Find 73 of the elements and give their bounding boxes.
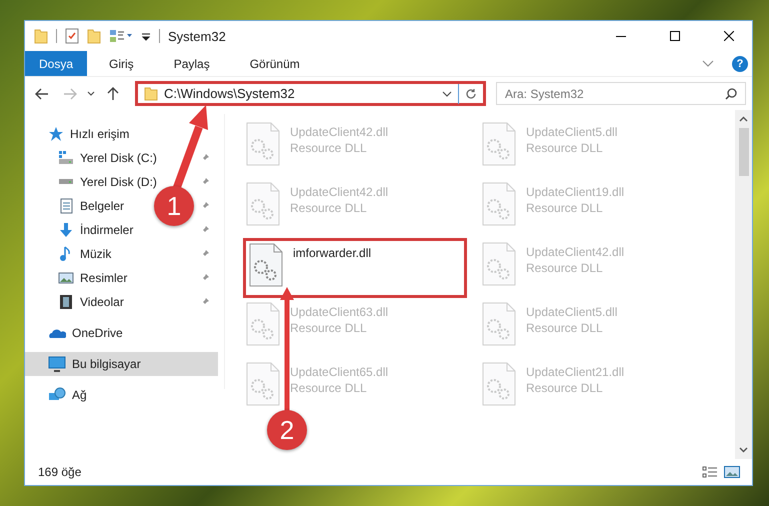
sidebar-item[interactable]: Videolar <box>80 295 124 309</box>
file-name: UpdateClient65.dll <box>290 365 388 379</box>
file-name: imforwarder.dll <box>293 246 372 260</box>
sidebar-item[interactable]: Ağ <box>72 388 87 402</box>
address-bar[interactable]: C:\Windows\System32 <box>135 81 486 106</box>
ribbon-tab[interactable]: Paylaş <box>156 51 228 76</box>
close-icon <box>724 31 734 41</box>
up-arrow-icon[interactable] <box>107 86 119 100</box>
sidebar-item[interactable]: İndirmeler <box>80 223 134 237</box>
checklist-icon[interactable] <box>65 28 79 44</box>
file-name: UpdateClient42.dll <box>526 245 624 259</box>
sidebar-item[interactable]: Belgeler <box>80 199 124 213</box>
network-icon <box>48 387 66 403</box>
file-name: UpdateClient21.dll <box>526 365 624 379</box>
properties-icon[interactable] <box>109 29 133 43</box>
scrollbar[interactable] <box>735 110 752 459</box>
file-name: UpdateClient42.dll <box>290 185 388 199</box>
picture-icon <box>58 270 74 286</box>
search-field[interactable]: Ara: System32 <box>496 82 746 105</box>
file-type: Resource DLL <box>526 141 604 155</box>
back-arrow-icon[interactable] <box>35 88 49 100</box>
document-icon <box>58 198 74 214</box>
sidebar-item[interactable]: OneDrive <box>72 326 123 340</box>
window-title: System32 <box>168 28 226 44</box>
sidebar-item[interactable]: Bu bilgisayar <box>25 352 218 376</box>
file-type: Resource DLL <box>526 381 604 395</box>
file-name: UpdateClient42.dll <box>290 125 388 139</box>
drive-icon <box>58 150 74 166</box>
maximize-icon <box>670 31 680 41</box>
sidebar-item[interactable]: Resimler <box>80 271 128 285</box>
file-type: Resource DLL <box>526 261 604 275</box>
file-type: Resource DLL <box>290 201 368 215</box>
download-arrow-icon <box>58 222 74 238</box>
large-icons-view-icon[interactable] <box>724 466 740 478</box>
file-type: Resource DLL <box>290 141 368 155</box>
ribbon-tab[interactable]: Görünüm <box>232 51 318 76</box>
ribbon-tab[interactable]: Dosya <box>25 51 88 76</box>
refresh-icon[interactable] <box>465 88 477 100</box>
sidebar-item[interactable]: Müzik <box>80 247 112 261</box>
dll-file-icon[interactable] <box>249 243 283 287</box>
file-name: UpdateClient5.dll <box>526 125 618 139</box>
folder-icon[interactable] <box>34 28 48 44</box>
file-name: UpdateClient19.dll <box>526 185 624 199</box>
scroll-down-icon[interactable] <box>739 447 748 453</box>
scroll-up-icon[interactable] <box>739 116 748 122</box>
film-strip-icon <box>58 294 74 310</box>
expand-ribbon-icon[interactable] <box>702 60 714 68</box>
forward-arrow-icon[interactable] <box>63 88 77 100</box>
sidebar-item[interactable]: Hızlı erişim <box>70 127 130 141</box>
cloud-icon <box>48 327 66 339</box>
item-count: 169 öğe <box>38 465 82 479</box>
star-icon <box>48 126 64 142</box>
recent-caret-icon[interactable] <box>87 90 95 96</box>
dropdown-caret-icon[interactable] <box>141 31 151 41</box>
sidebar-item[interactable]: Yerel Disk (C:) <box>80 151 157 165</box>
file-type: Resource DLL <box>290 321 368 335</box>
file-name: UpdateClient5.dll <box>526 305 618 319</box>
monitor-icon <box>48 356 66 372</box>
folder-icon[interactable] <box>87 28 101 44</box>
search-icon <box>725 88 737 100</box>
file-type: Resource DLL <box>526 321 604 335</box>
file-type: Resource DLL <box>526 201 604 215</box>
dropdown-caret-icon[interactable] <box>442 90 452 96</box>
file-type: Resource DLL <box>290 381 368 395</box>
help-button[interactable]: ? <box>732 56 748 72</box>
scrollbar-thumb[interactable] <box>738 128 748 176</box>
details-view-icon[interactable] <box>702 466 718 478</box>
highlighted-file-tile[interactable]: imforwarder.dll <box>243 238 467 298</box>
sidebar-item[interactable]: Yerel Disk (D:) <box>80 175 157 189</box>
drive-icon <box>58 179 74 185</box>
ribbon-tab[interactable]: Giriş <box>91 51 152 76</box>
folder-icon <box>144 86 158 100</box>
file-name: UpdateClient63.dll <box>290 305 388 319</box>
